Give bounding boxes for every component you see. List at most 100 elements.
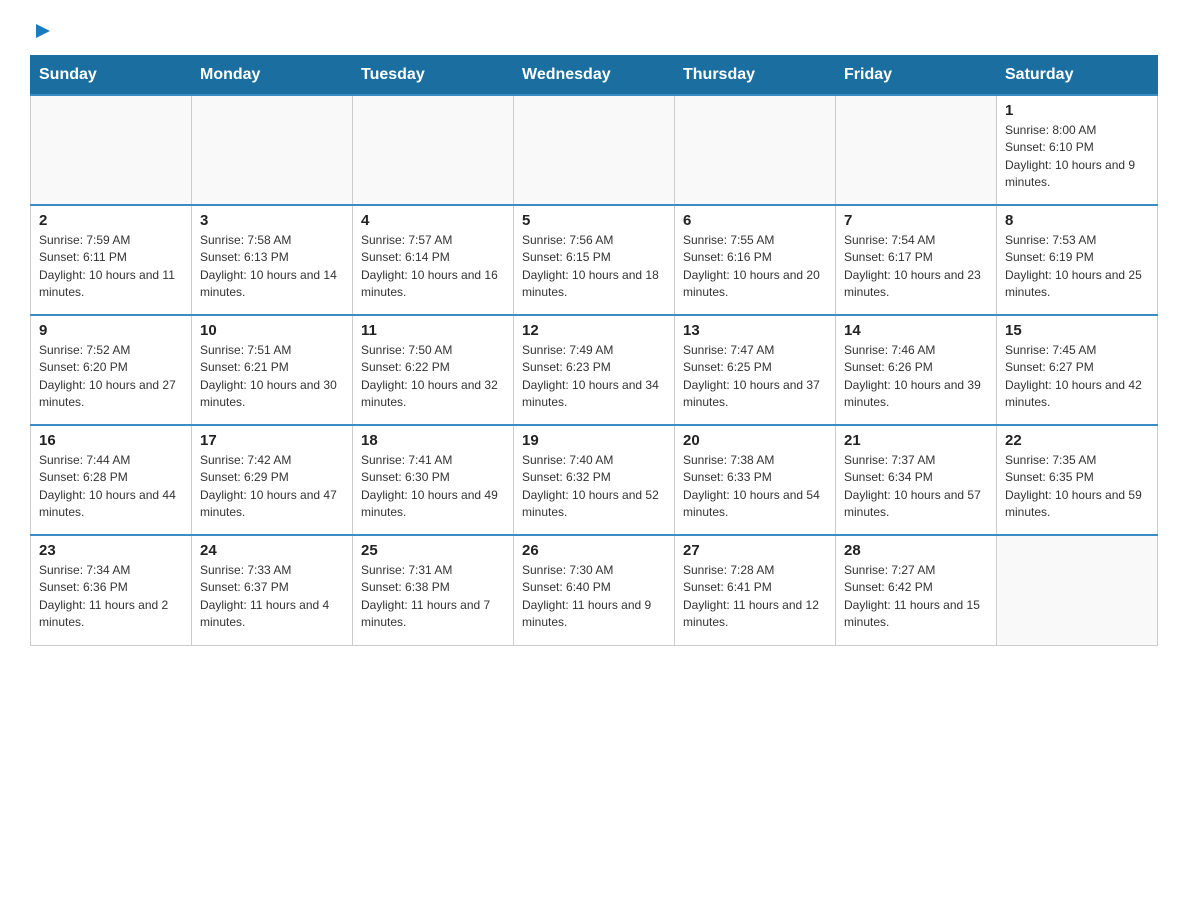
weekday-header-sunday: Sunday xyxy=(31,56,192,96)
calendar-cell: 22 Sunrise: 7:35 AMSunset: 6:35 PMDayligh… xyxy=(997,425,1158,535)
day-info: Sunrise: 7:40 AMSunset: 6:32 PMDaylight:… xyxy=(522,452,666,522)
calendar-cell: 25 Sunrise: 7:31 AMSunset: 6:38 PMDayligh… xyxy=(353,535,514,645)
calendar-table: SundayMondayTuesdayWednesdayThursdayFrid… xyxy=(30,55,1158,646)
weekday-header-monday: Monday xyxy=(192,56,353,96)
day-number: 22 xyxy=(1005,432,1149,449)
calendar-cell: 14 Sunrise: 7:46 AMSunset: 6:26 PMDayligh… xyxy=(836,315,997,425)
day-info: Sunrise: 7:45 AMSunset: 6:27 PMDaylight:… xyxy=(1005,342,1149,412)
day-info: Sunrise: 8:00 AMSunset: 6:10 PMDaylight:… xyxy=(1005,122,1149,192)
calendar-cell xyxy=(353,95,514,205)
day-number: 13 xyxy=(683,322,827,339)
day-number: 14 xyxy=(844,322,988,339)
calendar-cell: 4 Sunrise: 7:57 AMSunset: 6:14 PMDaylight… xyxy=(353,205,514,315)
day-number: 6 xyxy=(683,212,827,229)
day-number: 4 xyxy=(361,212,505,229)
logo-arrow-icon xyxy=(32,20,54,47)
day-info: Sunrise: 7:35 AMSunset: 6:35 PMDaylight:… xyxy=(1005,452,1149,522)
day-info: Sunrise: 7:50 AMSunset: 6:22 PMDaylight:… xyxy=(361,342,505,412)
calendar-week-1: 1 Sunrise: 8:00 AMSunset: 6:10 PMDaylight… xyxy=(31,95,1158,205)
calendar-cell: 1 Sunrise: 8:00 AMSunset: 6:10 PMDaylight… xyxy=(997,95,1158,205)
calendar-week-2: 2 Sunrise: 7:59 AMSunset: 6:11 PMDaylight… xyxy=(31,205,1158,315)
day-info: Sunrise: 7:46 AMSunset: 6:26 PMDaylight:… xyxy=(844,342,988,412)
calendar-cell xyxy=(192,95,353,205)
calendar-week-3: 9 Sunrise: 7:52 AMSunset: 6:20 PMDaylight… xyxy=(31,315,1158,425)
calendar-cell: 19 Sunrise: 7:40 AMSunset: 6:32 PMDayligh… xyxy=(514,425,675,535)
weekday-header-tuesday: Tuesday xyxy=(353,56,514,96)
weekday-header-thursday: Thursday xyxy=(675,56,836,96)
day-info: Sunrise: 7:38 AMSunset: 6:33 PMDaylight:… xyxy=(683,452,827,522)
day-number: 26 xyxy=(522,542,666,559)
day-number: 5 xyxy=(522,212,666,229)
day-number: 28 xyxy=(844,542,988,559)
calendar-cell: 9 Sunrise: 7:52 AMSunset: 6:20 PMDaylight… xyxy=(31,315,192,425)
day-number: 11 xyxy=(361,322,505,339)
day-number: 9 xyxy=(39,322,183,339)
calendar-cell: 28 Sunrise: 7:27 AMSunset: 6:42 PMDayligh… xyxy=(836,535,997,645)
calendar-cell: 5Sunrise: 7:56 AMSunset: 6:15 PMDaylight… xyxy=(514,205,675,315)
calendar-cell: 13Sunrise: 7:47 AMSunset: 6:25 PMDayligh… xyxy=(675,315,836,425)
calendar-cell: 8 Sunrise: 7:53 AMSunset: 6:19 PMDaylight… xyxy=(997,205,1158,315)
day-number: 17 xyxy=(200,432,344,449)
day-info: Sunrise: 7:53 AMSunset: 6:19 PMDaylight:… xyxy=(1005,232,1149,302)
day-number: 19 xyxy=(522,432,666,449)
day-info: Sunrise: 7:55 AMSunset: 6:16 PMDaylight:… xyxy=(683,232,827,302)
day-number: 23 xyxy=(39,542,183,559)
day-info: Sunrise: 7:30 AMSunset: 6:40 PMDaylight:… xyxy=(522,562,666,632)
day-info: Sunrise: 7:28 AMSunset: 6:41 PMDaylight:… xyxy=(683,562,827,632)
calendar-cell: 17Sunrise: 7:42 AMSunset: 6:29 PMDayligh… xyxy=(192,425,353,535)
day-info: Sunrise: 7:33 AMSunset: 6:37 PMDaylight:… xyxy=(200,562,344,632)
calendar-cell xyxy=(514,95,675,205)
calendar-body: 1 Sunrise: 8:00 AMSunset: 6:10 PMDaylight… xyxy=(31,95,1158,645)
day-info: Sunrise: 7:37 AMSunset: 6:34 PMDaylight:… xyxy=(844,452,988,522)
day-info: Sunrise: 7:57 AMSunset: 6:14 PMDaylight:… xyxy=(361,232,505,302)
calendar-cell: 24 Sunrise: 7:33 AMSunset: 6:37 PMDayligh… xyxy=(192,535,353,645)
day-number: 25 xyxy=(361,542,505,559)
calendar-cell: 3 Sunrise: 7:58 AMSunset: 6:13 PMDaylight… xyxy=(192,205,353,315)
calendar-cell: 16 Sunrise: 7:44 AMSunset: 6:28 PMDayligh… xyxy=(31,425,192,535)
calendar-cell: 15 Sunrise: 7:45 AMSunset: 6:27 PMDayligh… xyxy=(997,315,1158,425)
calendar-cell xyxy=(31,95,192,205)
day-number: 20 xyxy=(683,432,827,449)
weekday-header-row: SundayMondayTuesdayWednesdayThursdayFrid… xyxy=(31,56,1158,96)
day-info: Sunrise: 7:58 AMSunset: 6:13 PMDaylight:… xyxy=(200,232,344,302)
day-info: Sunrise: 7:34 AMSunset: 6:36 PMDaylight:… xyxy=(39,562,183,632)
calendar-header: SundayMondayTuesdayWednesdayThursdayFrid… xyxy=(31,56,1158,96)
day-number: 7 xyxy=(844,212,988,229)
day-number: 3 xyxy=(200,212,344,229)
day-info: Sunrise: 7:41 AMSunset: 6:30 PMDaylight:… xyxy=(361,452,505,522)
calendar-week-4: 16 Sunrise: 7:44 AMSunset: 6:28 PMDayligh… xyxy=(31,425,1158,535)
day-info: Sunrise: 7:52 AMSunset: 6:20 PMDaylight:… xyxy=(39,342,183,412)
calendar-cell xyxy=(836,95,997,205)
day-number: 15 xyxy=(1005,322,1149,339)
day-number: 24 xyxy=(200,542,344,559)
calendar-cell: 2 Sunrise: 7:59 AMSunset: 6:11 PMDaylight… xyxy=(31,205,192,315)
day-info: Sunrise: 7:44 AMSunset: 6:28 PMDaylight:… xyxy=(39,452,183,522)
day-info: Sunrise: 7:59 AMSunset: 6:11 PMDaylight:… xyxy=(39,232,183,302)
calendar-cell: 27 Sunrise: 7:28 AMSunset: 6:41 PMDayligh… xyxy=(675,535,836,645)
day-number: 18 xyxy=(361,432,505,449)
calendar-cell xyxy=(997,535,1158,645)
calendar-cell: 26 Sunrise: 7:30 AMSunset: 6:40 PMDayligh… xyxy=(514,535,675,645)
day-info: Sunrise: 7:54 AMSunset: 6:17 PMDaylight:… xyxy=(844,232,988,302)
day-number: 21 xyxy=(844,432,988,449)
day-info: Sunrise: 7:27 AMSunset: 6:42 PMDaylight:… xyxy=(844,562,988,632)
day-number: 8 xyxy=(1005,212,1149,229)
day-number: 2 xyxy=(39,212,183,229)
calendar-cell: 6 Sunrise: 7:55 AMSunset: 6:16 PMDaylight… xyxy=(675,205,836,315)
calendar-cell xyxy=(675,95,836,205)
calendar-week-5: 23 Sunrise: 7:34 AMSunset: 6:36 PMDayligh… xyxy=(31,535,1158,645)
weekday-header-friday: Friday xyxy=(836,56,997,96)
calendar-cell: 23 Sunrise: 7:34 AMSunset: 6:36 PMDayligh… xyxy=(31,535,192,645)
calendar-cell: 7 Sunrise: 7:54 AMSunset: 6:17 PMDaylight… xyxy=(836,205,997,315)
logo xyxy=(30,20,54,45)
calendar-cell: 18 Sunrise: 7:41 AMSunset: 6:30 PMDayligh… xyxy=(353,425,514,535)
day-number: 1 xyxy=(1005,102,1149,119)
day-number: 16 xyxy=(39,432,183,449)
day-info: Sunrise: 7:31 AMSunset: 6:38 PMDaylight:… xyxy=(361,562,505,632)
day-number: 27 xyxy=(683,542,827,559)
weekday-header-saturday: Saturday xyxy=(997,56,1158,96)
calendar-cell: 10Sunrise: 7:51 AMSunset: 6:21 PMDayligh… xyxy=(192,315,353,425)
weekday-header-wednesday: Wednesday xyxy=(514,56,675,96)
day-info: Sunrise: 7:51 AMSunset: 6:21 PMDaylight:… xyxy=(200,342,344,412)
day-number: 12 xyxy=(522,322,666,339)
